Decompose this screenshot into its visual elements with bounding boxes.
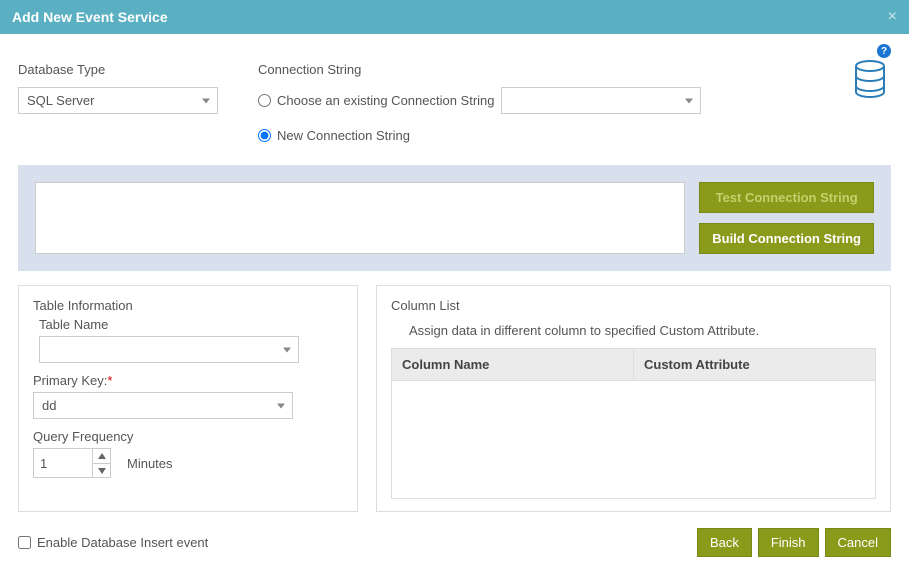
query-frequency-unit: Minutes bbox=[127, 456, 173, 471]
table-name-select[interactable] bbox=[39, 336, 299, 363]
build-connection-button[interactable]: Build Connection String bbox=[699, 223, 874, 254]
table-info-panel: Table Information Table Name Primary Key… bbox=[18, 285, 358, 512]
database-type-label: Database Type bbox=[18, 62, 218, 77]
query-frequency-input[interactable] bbox=[34, 449, 92, 477]
titlebar: Add New Event Service × bbox=[0, 0, 909, 34]
enable-insert-label: Enable Database Insert event bbox=[37, 535, 208, 550]
custom-attribute-header: Custom Attribute bbox=[634, 349, 876, 381]
table-info-title: Table Information bbox=[33, 298, 343, 313]
new-conn-label: New Connection String bbox=[277, 128, 410, 143]
close-icon[interactable]: × bbox=[888, 8, 897, 26]
database-type-select[interactable]: SQL Server bbox=[18, 87, 218, 114]
test-connection-button[interactable]: Test Connection String bbox=[699, 182, 874, 213]
query-frequency-stepper[interactable] bbox=[33, 448, 111, 478]
connection-string-group: Connection String Choose an existing Con… bbox=[258, 62, 891, 151]
primary-key-select[interactable]: dd bbox=[33, 392, 293, 419]
column-list-panel: Column List Assign data in different col… bbox=[376, 285, 891, 512]
column-list-title: Column List bbox=[391, 298, 876, 313]
existing-conn-label: Choose an existing Connection String bbox=[277, 93, 495, 108]
connection-string-textarea[interactable] bbox=[35, 182, 685, 254]
finish-button[interactable]: Finish bbox=[758, 528, 819, 557]
query-frequency-label: Query Frequency bbox=[33, 429, 343, 444]
column-list-body bbox=[391, 381, 876, 499]
dialog-content: ? Database Type SQL Server Connection St… bbox=[0, 34, 909, 573]
existing-conn-select[interactable] bbox=[501, 87, 701, 114]
database-icon bbox=[849, 58, 891, 103]
existing-conn-radio[interactable] bbox=[258, 94, 271, 107]
dialog-title: Add New Event Service bbox=[12, 9, 168, 25]
column-name-header: Column Name bbox=[392, 349, 634, 381]
primary-key-label: Primary Key:* bbox=[33, 373, 343, 388]
column-list-table: Column Name Custom Attribute bbox=[391, 348, 876, 381]
new-conn-radio[interactable] bbox=[258, 129, 271, 142]
database-type-group: Database Type SQL Server bbox=[18, 62, 218, 151]
back-button[interactable]: Back bbox=[697, 528, 752, 557]
connection-string-label: Connection String bbox=[258, 62, 891, 77]
cancel-button[interactable]: Cancel bbox=[825, 528, 891, 557]
table-name-label: Table Name bbox=[39, 317, 343, 332]
help-icon[interactable]: ? bbox=[877, 44, 891, 58]
connection-string-panel: Test Connection String Build Connection … bbox=[18, 165, 891, 271]
column-list-desc: Assign data in different column to speci… bbox=[409, 323, 876, 338]
stepper-down-icon[interactable] bbox=[93, 463, 111, 477]
stepper-up-icon[interactable] bbox=[93, 449, 111, 463]
enable-insert-checkbox[interactable] bbox=[18, 536, 31, 549]
